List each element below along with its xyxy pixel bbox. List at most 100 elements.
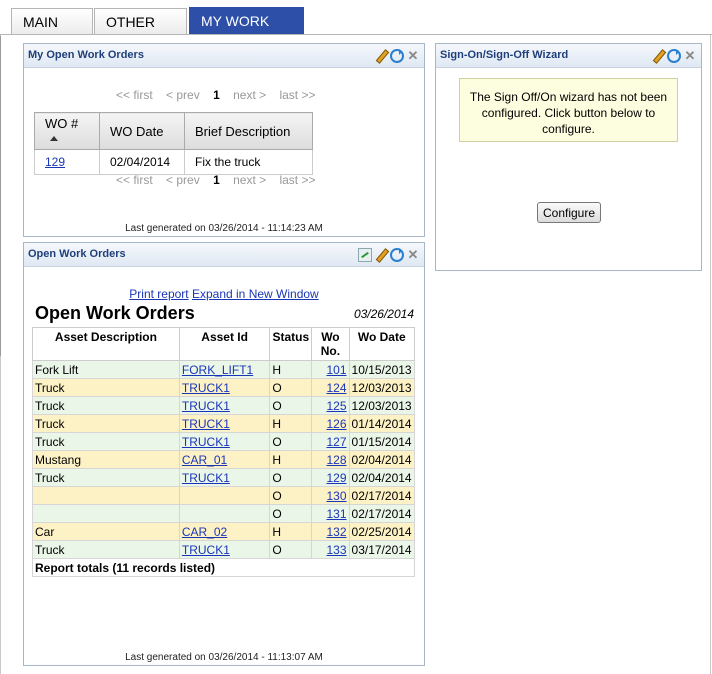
asset-id-link[interactable]: TRUCK1 [182,417,230,431]
asset-description-cell: Car [32,522,180,541]
pager-prev[interactable]: < prev [166,173,200,187]
configure-button[interactable]: Configure [537,202,601,223]
left-edge-line [0,36,1,356]
asset-id-cell: TRUCK1 [178,396,271,415]
col-asset-description: Asset Description [32,327,180,361]
wo-number-link[interactable]: 129 [327,471,347,485]
wo-date-cell: 10/15/2013 [348,360,416,379]
asset-id-link[interactable]: TRUCK1 [182,543,230,557]
wo-date-cell: 01/15/2014 [348,432,416,451]
status-cell: O [269,468,313,487]
wo-date-cell: 02/04/2014 [348,450,416,469]
last-generated: Last generated on 03/26/2014 - 11:13:07 … [125,652,323,663]
status-cell: O [269,486,313,505]
asset-id-cell: TRUCK1 [178,378,271,397]
refresh-icon[interactable] [390,248,404,262]
close-icon[interactable]: ✕ [406,49,420,63]
portlet-open-work-orders: Open Work Orders ✕ Print report Expand i… [23,242,425,666]
wo-date-cell: 12/03/2013 [348,396,416,415]
tab-other[interactable]: OTHER [94,8,187,34]
edit-pencil-icon[interactable] [374,248,388,262]
col-wo-no: Wo No. [311,327,350,361]
tab-main[interactable]: MAIN [11,8,93,34]
print-report-link[interactable]: Print report [129,287,188,301]
asset-id-link[interactable]: TRUCK1 [182,381,230,395]
wo-number-link[interactable]: 127 [327,435,347,449]
asset-id-cell: TRUCK1 [178,540,271,559]
asset-id-link[interactable]: TRUCK1 [182,399,230,413]
pager-current-page: 1 [213,173,220,187]
asset-id-cell [178,504,271,523]
asset-description-cell: Truck [32,414,180,433]
report-totals: Report totals (11 records listed) [32,558,415,577]
table-row: Mustang CAR_01 H 128 02/04/2014 [32,450,416,469]
status-cell: H [269,522,313,541]
table-row: Car CAR_02 H 132 02/25/2014 [32,522,416,541]
pager-first[interactable]: << first [116,173,153,187]
wo-number-link[interactable]: 128 [327,453,347,467]
wo-number-link[interactable]: 126 [327,417,347,431]
asset-id-cell: CAR_02 [178,522,271,541]
asset-description-cell: Truck [32,540,180,559]
report-date: 03/26/2014 [353,307,414,321]
status-cell: H [269,450,313,469]
asset-id-cell: TRUCK1 [178,414,271,433]
status-cell: O [269,504,313,523]
wizard-message: The Sign Off/On wizard has not been conf… [459,78,678,142]
pager-current-page: 1 [213,88,220,102]
portlet-signon-wizard: Sign-On/Sign-Off Wizard ✕ The Sign Off/O… [435,43,702,271]
tab-bar: MAIN OTHER MY WORK [0,0,712,36]
wo-number-link[interactable]: 124 [327,381,347,395]
table-row: Truck TRUCK1 O 133 03/17/2014 [32,540,416,559]
wo-date-cell: 02/17/2014 [348,486,416,505]
wo-date-cell: 01/14/2014 [348,414,416,433]
wo-number-cell: 132 [311,522,350,541]
asset-description-cell: Truck [32,378,180,397]
portlet-header: Open Work Orders ✕ [24,243,424,267]
wo-link[interactable]: 129 [45,155,65,169]
col-wo-number[interactable]: WO # [34,112,100,150]
wo-number-link[interactable]: 101 [327,363,347,377]
wo-number-link[interactable]: 132 [327,525,347,539]
wo-number-link[interactable]: 133 [327,543,347,557]
close-icon[interactable]: ✕ [683,49,697,63]
wo-number-link[interactable]: 130 [327,489,347,503]
asset-id-cell: TRUCK1 [178,432,271,451]
asset-id-link[interactable]: TRUCK1 [182,471,230,485]
col-brief-description[interactable]: Brief Description [184,112,313,150]
pager-prev[interactable]: < prev [166,88,200,102]
asset-id-link[interactable]: TRUCK1 [182,435,230,449]
asset-id-link[interactable]: FORK_LIFT1 [182,363,253,377]
pager-next[interactable]: next > [233,88,266,102]
pager-next[interactable]: next > [233,173,266,187]
tab-my-work[interactable]: MY WORK [189,7,304,35]
export-icon[interactable] [358,248,372,262]
col-wo-date[interactable]: WO Date [99,112,185,150]
asset-description-cell [32,486,180,505]
status-cell: H [269,414,313,433]
wo-number-link[interactable]: 125 [327,399,347,413]
close-icon[interactable]: ✕ [406,248,420,262]
wo-number-cell: 125 [311,396,350,415]
expand-window-link[interactable]: Expand in New Window [192,287,319,301]
status-cell: O [269,432,313,451]
table-row: O 131 02/17/2014 [32,504,416,523]
asset-id-link[interactable]: CAR_01 [182,453,227,467]
asset-id-link[interactable]: CAR_02 [182,525,227,539]
table-row: Truck TRUCK1 O 129 02/04/2014 [32,468,416,487]
refresh-icon[interactable] [667,49,681,63]
edit-pencil-icon[interactable] [374,49,388,63]
pager-last[interactable]: last >> [279,88,315,102]
edit-pencil-icon[interactable] [651,49,665,63]
refresh-icon[interactable] [390,49,404,63]
table-row: Truck TRUCK1 O 127 01/15/2014 [32,432,416,451]
wo-number-link[interactable]: 131 [327,507,347,521]
pager-last[interactable]: last >> [279,173,315,187]
status-cell: O [269,378,313,397]
pager-first[interactable]: << first [116,88,153,102]
sort-ascending-icon [50,136,58,141]
wo-number-cell: 124 [311,378,350,397]
pager-top: << first < prev 1 next > last >> [116,88,326,102]
table-row: O 130 02/17/2014 [32,486,416,505]
col-status: Status [269,327,313,361]
